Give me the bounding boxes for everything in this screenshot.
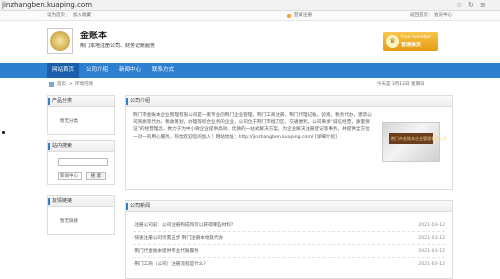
news-row[interactable]: ·荆门代金账本提供专业代账服务 2021-03-12 [133, 245, 445, 258]
set-homepage-link[interactable]: 设为首页 [47, 11, 65, 21]
news-row[interactable]: ·快速注册公司仅需五步 荆门注册本地就代办 2021-03-12 [133, 232, 445, 245]
refresh-icon[interactable]: ↻ [468, 1, 474, 10]
news-row[interactable]: ·注册公司前：公司注册构成和可以获得哪些材料？ 2021-03-12 [133, 219, 445, 232]
add-favorite-link[interactable]: 加入收藏 [73, 11, 91, 21]
site-search-panel: 站内搜索 新闻中心 搜 索 [47, 140, 115, 185]
top-utility-bar: 设为首页 | 加入收藏 登录注册 返回首页 | 会员中心 [0, 11, 500, 21]
news-date: 2021-03-12 [418, 223, 445, 228]
breadcrumb-current: 环境内场 [75, 82, 93, 87]
search-button[interactable]: 搜 索 [86, 172, 106, 180]
company-photo: 荆门市金账本企业管理有限公司 [382, 122, 447, 162]
friend-links-title: 友情链接 [52, 198, 73, 204]
cursor-dot [2, 131, 5, 134]
friend-links-empty: 暂无链接 [60, 219, 78, 224]
nav-contact[interactable]: 联系方式 [147, 63, 179, 78]
news-row[interactable]: ·荆门工商（公司）注册流程是什么？ 2021-03-12 [133, 258, 445, 271]
news-title[interactable]: ·荆门工商（公司）注册流程是什么？ [133, 258, 208, 271]
divider: | [429, 13, 431, 18]
nav-home[interactable]: 网站首页 [47, 63, 79, 78]
nav-company-intro[interactable]: 公司介绍 [81, 63, 113, 78]
breadcrumb-separator: > [69, 82, 73, 87]
crown-icon: ♛ [386, 35, 399, 48]
star-icon[interactable]: ☆ [456, 1, 462, 10]
member-badge[interactable]: ♛ Free member 普通会员 [383, 32, 438, 51]
news-date: 2021-03-12 [418, 249, 445, 254]
search-category-value: 新闻中心 [60, 174, 78, 179]
member-badge-english: Free member [401, 35, 431, 40]
news-title[interactable]: ·注册公司前：公司注册构成和可以获得哪些材料？ [133, 219, 236, 232]
back-home-link[interactable]: 返回首页 [410, 11, 428, 21]
login-register-link[interactable]: 登录注册 [294, 11, 312, 21]
member-center-link[interactable]: 会员中心 [434, 11, 452, 21]
date-text: 今天是 3月12日 星期日 [377, 82, 425, 87]
company-name: 金账本 [80, 31, 108, 41]
product-category-title: 产品分类 [52, 98, 73, 104]
search-category-select[interactable]: 新闻中心 [58, 172, 82, 180]
news-date: 2021-03-12 [418, 236, 445, 241]
url-text[interactable]: jinzhangben.kuaping.com [2, 1, 92, 10]
product-category-panel: 产品分类 暂无分类 [47, 95, 115, 135]
browser-toolbar-icons: ☆ ↻ ≡ [456, 1, 496, 10]
company-intro-title: 公司介绍 [130, 98, 151, 104]
news-title[interactable]: ·荆门代金账本提供专业代账服务 [133, 245, 199, 258]
search-input[interactable] [58, 158, 108, 166]
breadcrumb: 首页 > 环境内场 今天是 3月12日 星期日 [47, 80, 453, 90]
login-icon [287, 14, 291, 18]
company-logo[interactable] [47, 28, 73, 54]
company-news-title: 公司新闻 [130, 203, 151, 209]
logo-seal-icon [50, 31, 70, 51]
company-signboard-text: 荆门市金账本企业管理有限公司 [391, 136, 447, 141]
browser-address-bar[interactable]: jinzhangben.kuaping.com ☆ ↻ ≡ [0, 0, 500, 11]
site-search-title: 站内搜索 [52, 143, 73, 149]
company-slogan: 荆门本地注册公司、财务记账服务 [80, 43, 156, 49]
breadcrumb-home[interactable]: 首页 [57, 80, 66, 90]
nav-news-center[interactable]: 新闻中心 [114, 63, 146, 78]
divider: | [67, 13, 69, 18]
member-badge-level: 普通会员 [401, 42, 422, 48]
menu-icon[interactable]: ≡ [480, 1, 486, 10]
friend-links-panel: 友情链接 暂无链接 [47, 195, 115, 235]
product-category-empty: 暂无分类 [60, 119, 78, 124]
news-title[interactable]: ·快速注册公司仅需五步 荆门注册本地就代办 [133, 232, 223, 245]
home-icon [49, 82, 54, 87]
company-intro-text: 荆门市金账本企业管理有限公司是一家专业的荆门企业管理，荆门工商注册，荆门代理记账… [133, 113, 372, 140]
news-date: 2021-03-12 [418, 262, 445, 267]
